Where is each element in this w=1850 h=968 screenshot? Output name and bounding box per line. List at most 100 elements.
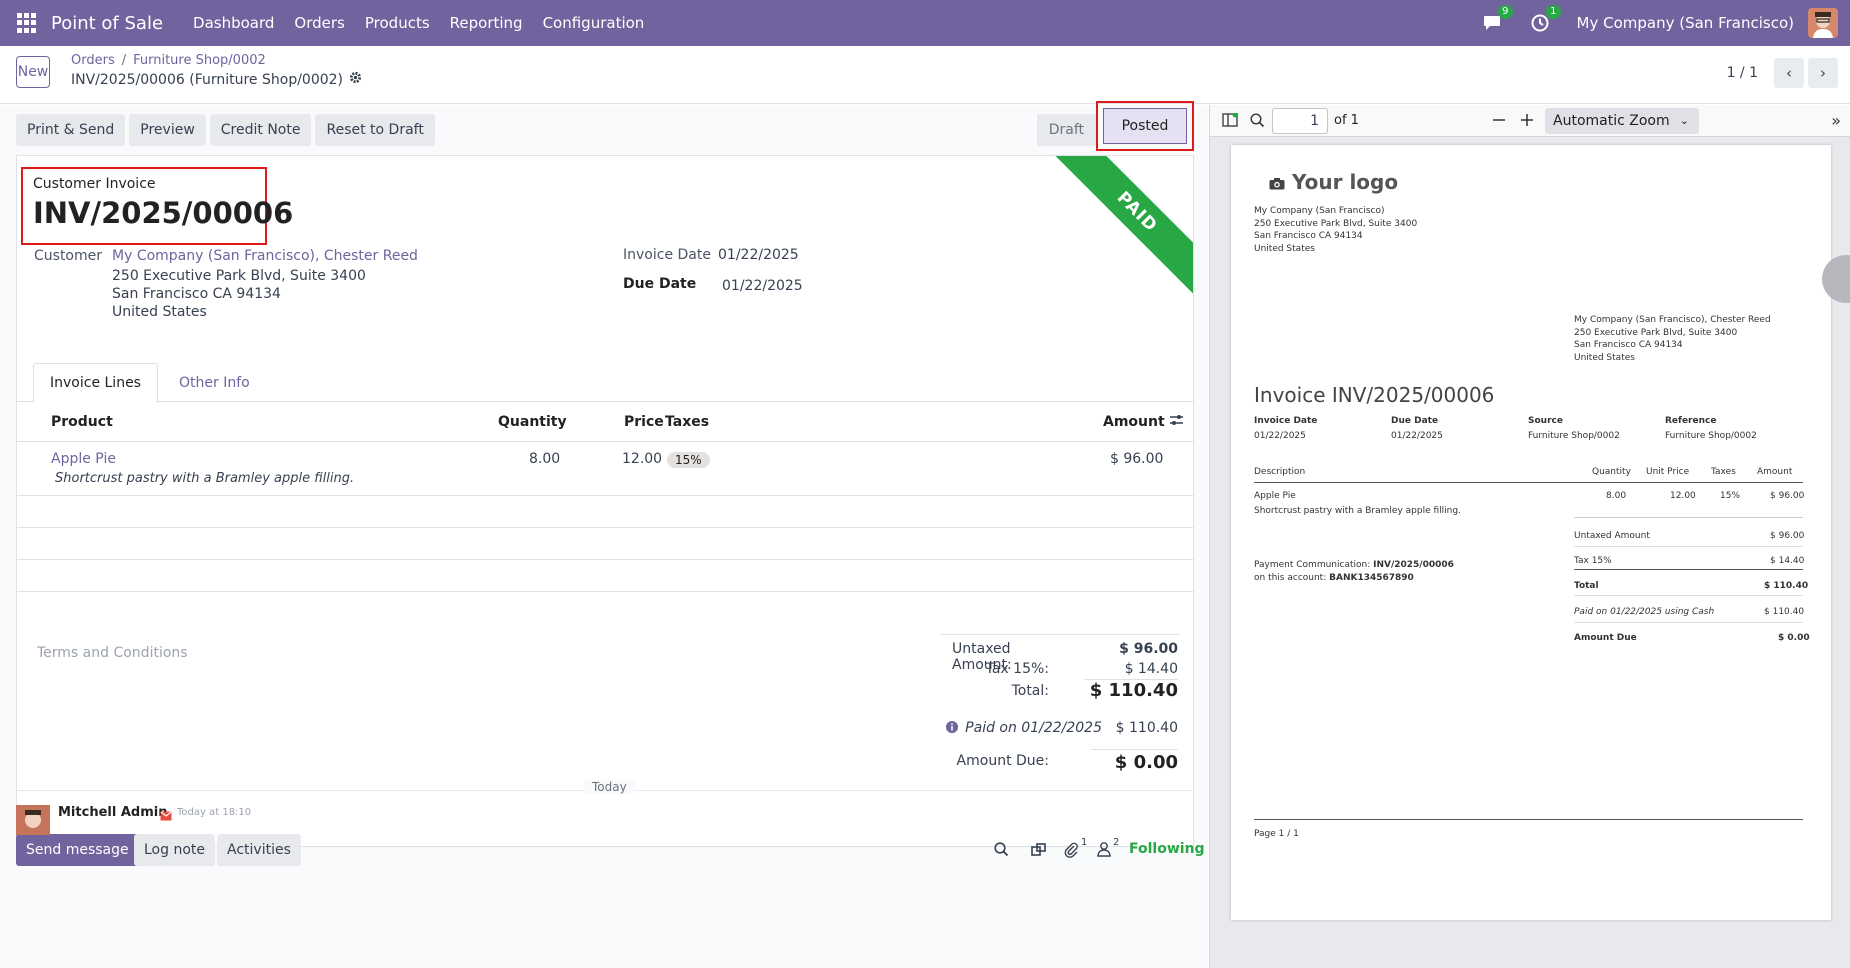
pdf-customer-line: United States bbox=[1574, 353, 1635, 363]
pdf-line-qty: 8.00 bbox=[1606, 491, 1627, 501]
pdf-rule bbox=[1574, 546, 1803, 547]
pdf-col-header: Amount bbox=[1757, 467, 1793, 477]
invoice-number: INV/2025/00006 bbox=[33, 196, 294, 230]
followers-button[interactable]: 2 bbox=[1097, 837, 1119, 857]
following-button[interactable]: Following bbox=[1129, 841, 1205, 857]
followers-count: 2 bbox=[1113, 837, 1120, 848]
state-draft[interactable]: Draft bbox=[1036, 114, 1096, 146]
messages-icon[interactable]: 9 bbox=[1481, 5, 1513, 34]
due-date-field[interactable]: 01/22/2025 bbox=[722, 278, 803, 294]
pdf-col-header: Quantity bbox=[1592, 467, 1631, 477]
send-message-button[interactable]: Send message bbox=[16, 834, 139, 866]
amount-due-value: $ 0.00 bbox=[1114, 752, 1178, 773]
pdf-info-value: 01/22/2025 bbox=[1391, 431, 1443, 441]
sidebar-toggle-icon[interactable] bbox=[1222, 111, 1239, 131]
app-name[interactable]: Point of Sale bbox=[51, 13, 163, 34]
zoom-select[interactable]: Automatic Zoom ⌄ bbox=[1545, 108, 1699, 134]
preview-button[interactable]: Preview bbox=[129, 114, 206, 146]
link-preview-icon[interactable] bbox=[1031, 842, 1047, 861]
pdf-info-value: Furniture Shop/0002 bbox=[1665, 431, 1757, 441]
pdf-line-name: Apple Pie bbox=[1254, 491, 1296, 501]
pdf-rule bbox=[1574, 622, 1803, 623]
double-chevron-right-icon[interactable]: » bbox=[1831, 111, 1841, 130]
pdf-company-line: San Francisco CA 94134 bbox=[1254, 231, 1363, 241]
breadcrumb-orders[interactable]: Orders bbox=[71, 53, 115, 68]
menu-products[interactable]: Products bbox=[365, 14, 430, 32]
column-settings-icon[interactable] bbox=[1169, 413, 1184, 431]
pdf-footer: Page 1 / 1 bbox=[1254, 829, 1299, 839]
terms-and-conditions-field[interactable]: Terms and Conditions bbox=[37, 645, 188, 661]
col-amount[interactable]: Amount bbox=[1103, 414, 1165, 430]
pdf-page-input[interactable]: 1 bbox=[1272, 108, 1328, 134]
activities-clock-icon[interactable]: 1 bbox=[1529, 5, 1561, 34]
pdf-total-rule bbox=[1574, 569, 1803, 570]
pager-prev-button[interactable]: ‹ bbox=[1774, 58, 1804, 88]
line-quantity[interactable]: 8.00 bbox=[529, 451, 560, 467]
invoice-date-label: Invoice Date bbox=[623, 247, 711, 263]
pdf-line-desc: Shortcrust pastry with a Bramley apple f… bbox=[1254, 506, 1461, 516]
payment-info-icon[interactable] bbox=[946, 721, 958, 737]
state-posted[interactable]: Posted bbox=[1103, 107, 1187, 144]
menu-dashboard[interactable]: Dashboard bbox=[193, 14, 274, 32]
col-product[interactable]: Product bbox=[51, 414, 113, 430]
col-quantity[interactable]: Quantity bbox=[498, 414, 567, 430]
pdf-col-header: Taxes bbox=[1711, 467, 1736, 477]
activities-button[interactable]: Activities bbox=[217, 834, 301, 866]
pdf-search-icon[interactable] bbox=[1250, 113, 1265, 132]
invoice-type: Customer Invoice bbox=[33, 176, 156, 192]
totals-divider bbox=[940, 634, 1180, 635]
message-time: Today at 18:10 bbox=[177, 807, 252, 818]
pager-next-button[interactable]: › bbox=[1808, 58, 1838, 88]
pdf-viewer: 1 of 1 Automatic Zoom ⌄ » Your logo My C… bbox=[1209, 105, 1850, 968]
new-button[interactable]: New bbox=[16, 56, 50, 88]
pdf-info-label: Source bbox=[1528, 416, 1563, 426]
breadcrumb-session[interactable]: Furniture Shop/0002 bbox=[133, 53, 266, 68]
menu-orders[interactable]: Orders bbox=[294, 14, 344, 32]
menu-configuration[interactable]: Configuration bbox=[543, 14, 645, 32]
line-amount: $ 96.00 bbox=[1110, 451, 1164, 467]
line-product[interactable]: Apple Pie bbox=[51, 451, 116, 467]
credit-note-button[interactable]: Credit Note bbox=[209, 114, 312, 146]
paid-on-label: Paid on 01/22/2025 bbox=[965, 720, 1102, 736]
pdf-total-label: Total bbox=[1574, 581, 1599, 591]
chevron-left-icon: ‹ bbox=[1786, 64, 1792, 82]
invoice-date-field[interactable]: 01/22/2025 bbox=[718, 247, 799, 263]
gear-icon[interactable] bbox=[349, 71, 362, 88]
form-statusbar: Print & Send Preview Credit Note Reset t… bbox=[16, 100, 1194, 151]
log-note-button[interactable]: Log note bbox=[134, 834, 215, 866]
table-row[interactable]: Apple Pie Shortcrust pastry with a Braml… bbox=[17, 442, 1193, 496]
menu-reporting[interactable]: Reporting bbox=[450, 14, 523, 32]
customer-link[interactable]: My Company (San Francisco), Chester Reed bbox=[112, 248, 418, 264]
empty-row bbox=[17, 560, 1193, 592]
author-avatar[interactable] bbox=[16, 805, 50, 835]
pdf-info-label: Invoice Date bbox=[1254, 416, 1318, 426]
pdf-customer-line: San Francisco CA 94134 bbox=[1574, 340, 1683, 350]
search-icon[interactable] bbox=[994, 842, 1009, 861]
paid-ribbon: PAID bbox=[1046, 156, 1193, 303]
zoom-in-icon[interactable] bbox=[1520, 113, 1534, 131]
pdf-account-label: on this account: bbox=[1254, 573, 1327, 583]
pdf-logo-text: Your logo bbox=[1292, 170, 1399, 194]
pdf-customer-line: My Company (San Francisco), Chester Reed bbox=[1574, 315, 1771, 325]
reset-to-draft-button[interactable]: Reset to Draft bbox=[315, 114, 435, 146]
pager-value[interactable]: 1 / 1 bbox=[1727, 65, 1758, 81]
due-divider bbox=[1091, 749, 1178, 750]
attachments-button[interactable]: 1 bbox=[1063, 837, 1087, 858]
pdf-rule bbox=[1574, 517, 1803, 518]
zoom-out-icon[interactable] bbox=[1492, 113, 1506, 131]
pdf-company-line: United States bbox=[1254, 244, 1315, 254]
col-taxes[interactable]: Taxes bbox=[665, 414, 709, 430]
col-price[interactable]: Price bbox=[624, 414, 664, 430]
breadcrumb: Orders / Furniture Shop/0002 bbox=[71, 53, 266, 68]
tab-other-info[interactable]: Other Info bbox=[163, 363, 266, 403]
tax-value: $ 14.40 bbox=[1124, 661, 1178, 677]
line-price[interactable]: 12.00 bbox=[622, 451, 662, 467]
attachments-count: 1 bbox=[1081, 837, 1088, 848]
record-title: INV/2025/00006 (Furniture Shop/0002) bbox=[71, 71, 362, 88]
app-menu-icon[interactable] bbox=[17, 13, 37, 33]
company-switcher[interactable]: My Company (San Francisco) bbox=[1577, 14, 1794, 32]
print-send-button[interactable]: Print & Send bbox=[16, 114, 126, 146]
tab-invoice-lines[interactable]: Invoice Lines bbox=[33, 363, 158, 403]
message-author[interactable]: Mitchell Admin bbox=[58, 805, 167, 820]
user-avatar[interactable] bbox=[1808, 8, 1838, 38]
